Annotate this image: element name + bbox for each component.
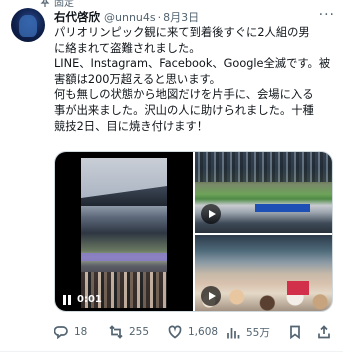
media-grid: 0:01 xyxy=(54,151,333,312)
separator: · xyxy=(157,10,162,24)
author-handle[interactable]: @unnu4s xyxy=(104,11,156,24)
tweet-line: 競技2日、目に焼き付けます！ xyxy=(54,119,209,133)
views-button[interactable]: 55万 xyxy=(226,325,270,340)
author-name[interactable]: 右代啓欣 xyxy=(54,9,100,25)
reply-button[interactable]: 18 xyxy=(54,325,87,339)
more-icon[interactable]: ··· xyxy=(319,8,335,22)
like-button[interactable]: 1,608 xyxy=(168,325,218,339)
avatar[interactable] xyxy=(11,8,45,42)
play-icon[interactable] xyxy=(201,204,221,224)
tweet-line: 何も無しの状態から地図だけを片手に、会場に入る xyxy=(54,88,314,102)
video-player[interactable]: 0:01 xyxy=(55,152,193,311)
video-thumbnail-track[interactable] xyxy=(195,152,332,233)
reply-count: 18 xyxy=(74,326,88,338)
video-timestamp: 0:01 xyxy=(77,294,102,305)
tweet-date[interactable]: 8月3日 xyxy=(163,9,199,25)
stadium-video-frame xyxy=(81,158,167,308)
views-icon xyxy=(227,327,240,338)
bookmark-icon xyxy=(290,325,300,339)
video-thumbnail-crowd[interactable] xyxy=(195,235,332,311)
tweet-header: 右代啓欣 @unnu4s · 8月3日 ··· xyxy=(54,8,335,26)
like-icon xyxy=(168,325,182,339)
share-button[interactable] xyxy=(317,325,331,339)
repost-icon xyxy=(109,325,123,339)
view-count: 55万 xyxy=(246,327,270,339)
tweet-line: に絡まれて盗難されました。 xyxy=(54,41,201,55)
tweet-text: パリオリンピック観に来て到着後すぐに2人組の男 に絡まれて盗難されました。 LI… xyxy=(54,25,339,134)
tweet-line: 事が出来ました。沢山の人に助けられました。十種 xyxy=(54,103,314,117)
pin-icon xyxy=(40,0,50,7)
reply-icon xyxy=(54,326,68,339)
repost-count: 255 xyxy=(129,326,150,338)
tweet-line: LINE、Instagram、Facebook、Google全滅です。被 xyxy=(54,57,331,71)
video-controls[interactable]: 0:01 xyxy=(63,294,102,305)
tweet-line: 害額は200万超えると思います。 xyxy=(54,72,221,86)
share-icon xyxy=(318,325,330,339)
pause-icon[interactable] xyxy=(63,294,72,305)
divider xyxy=(0,351,343,352)
tweet-line: パリオリンピック観に来て到着後すぐに2人組の男 xyxy=(54,26,310,39)
repost-button[interactable]: 255 xyxy=(109,325,149,339)
action-bar: 18 255 1,608 55万 xyxy=(54,323,339,343)
play-icon[interactable] xyxy=(201,286,221,306)
like-count: 1,608 xyxy=(188,326,219,338)
bookmark-button[interactable] xyxy=(288,325,302,339)
